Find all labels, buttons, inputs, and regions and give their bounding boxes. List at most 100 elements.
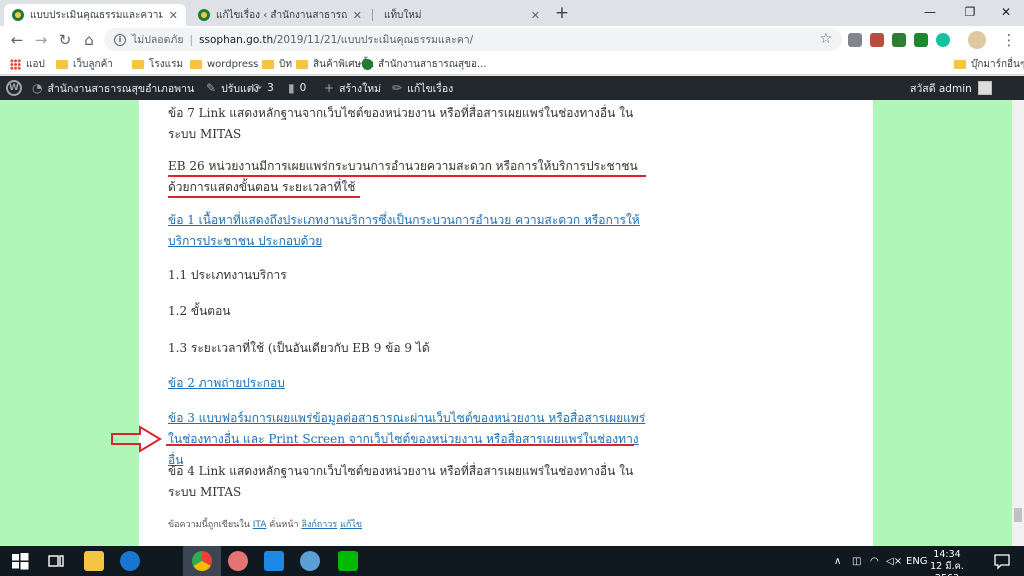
profile-avatar-icon[interactable] [968, 31, 986, 49]
bookmark-folder[interactable]: เว็บลูกค้า [56, 57, 113, 71]
list-item: 1.2 ขั้นตอน [168, 304, 231, 318]
tab-active[interactable]: แบบประเมินคุณธรรมและความโปร่งใสฯ ✕ [4, 4, 186, 26]
tab-edit-post[interactable]: แก้ไขเรื่อง ‹ สำนักงานสาธารณสุขอำเภ ✕ [190, 4, 370, 26]
page-scrollbar[interactable] [1012, 100, 1024, 546]
tray-chevron-icon[interactable]: ∧ [834, 546, 841, 576]
pencil-icon: ✏ [392, 81, 403, 95]
link-item-1[interactable]: ข้อ 1 เนื้อหาที่แสดงถึงประเภทงานบริการซึ… [168, 210, 648, 252]
wp-edit[interactable]: ✏ แก้ไขเรื่อง [392, 76, 453, 100]
apps-grid-icon [10, 58, 21, 70]
comment-icon: ▮ [288, 81, 295, 95]
site-favicon-icon [198, 9, 210, 21]
wp-comments[interactable]: ▮ 0 [288, 76, 306, 100]
bookmark-folder[interactable]: บิท [262, 57, 292, 71]
volume-icon[interactable]: ◁× [886, 546, 902, 576]
list-item: 1.1 ประเภทงานบริการ [168, 268, 287, 282]
bookmark-other[interactable]: บุ๊กมาร์กอื่นๆ [954, 57, 1024, 71]
wifi-icon[interactable]: ◠ [870, 546, 879, 576]
wp-updates[interactable]: ⟳ 3 [252, 76, 274, 100]
task-view-icon[interactable] [46, 551, 66, 571]
tab-close-icon[interactable]: ✕ [531, 9, 540, 22]
network-icon[interactable]: ◫ [852, 546, 861, 576]
extension-icon[interactable] [848, 33, 862, 47]
post-meta: ข้อความนี้ถูกเขียนใน ITA คั่นหน้า ลิงก์ถ… [168, 517, 362, 531]
url-host: ssophan.go.th [199, 33, 274, 46]
scrollbar-thumb[interactable] [1014, 508, 1022, 522]
annotation-underline [166, 444, 634, 446]
wp-logo-menu[interactable]: W [6, 76, 22, 100]
new-tab-button[interactable]: + [553, 3, 571, 23]
wordpress-logo-icon: W [6, 80, 22, 96]
folder-icon [262, 59, 274, 69]
wp-site-name[interactable]: ◔ สำนักงานสาธารณสุขอำเภอพาน [32, 76, 194, 100]
file-explorer-icon[interactable] [84, 551, 104, 571]
wp-account[interactable]: สวัสดี admin [910, 76, 992, 100]
bookmark-folder[interactable]: โรงแรม [132, 57, 183, 71]
download-extension-icon[interactable] [914, 33, 928, 47]
system-clock[interactable]: 14:34 12 มี.ค. 2563 [922, 549, 972, 576]
avatar [977, 81, 992, 95]
chrome-taskbar-icon[interactable] [192, 551, 212, 571]
grammarly-extension-icon[interactable] [936, 33, 950, 47]
close-window-button[interactable]: ✕ [988, 2, 1024, 22]
tab-divider [372, 9, 373, 21]
plus-icon: + [324, 81, 335, 95]
address-bar[interactable]: i ไม่ปลอดภัย | ssophan.go.th/2019/11/21/… [104, 28, 842, 51]
windows-start-icon[interactable] [10, 551, 30, 571]
graphics-app-icon[interactable] [300, 551, 320, 571]
info-icon[interactable]: i [114, 33, 126, 46]
home-button[interactable]: ⌂ [78, 29, 100, 51]
line-app-icon[interactable] [338, 551, 358, 571]
reload-button[interactable]: ↻ [54, 29, 76, 51]
bookmark-label: wordpress [207, 58, 259, 70]
bookmark-site[interactable]: สำนักงานสาธารณสุขอ... [362, 57, 487, 71]
folder-icon [132, 59, 144, 69]
article-content: ข้อ 7 Link แสดงหลักฐานจากเว็บไซต์ของหน่ว… [139, 100, 873, 546]
url-path: /2019/11/21/แบบประเมินคุณธรรมและคา/ [273, 34, 474, 46]
wp-greeting: สวัสดี admin [910, 82, 972, 95]
tab-close-icon[interactable]: ✕ [353, 9, 362, 22]
list-item: 1.3 ระยะเวลาที่ใช้ (เป็นอันเดียวกับ EB 9… [168, 341, 430, 355]
minimize-button[interactable]: — [912, 2, 948, 22]
clock-date: 12 มี.ค. 2563 [930, 561, 964, 576]
forward-button[interactable]: → [30, 29, 52, 51]
tab-title: แท็บใหม่ [384, 9, 422, 21]
bookmark-label: บิท [279, 58, 292, 70]
tab-new-tab-page[interactable]: แท็บใหม่ ✕ [376, 4, 548, 26]
dashboard-icon: ◔ [32, 81, 43, 95]
tab-strip: แบบประเมินคุณธรรมและความโปร่งใสฯ ✕ แก้ไข… [0, 0, 1024, 26]
edge-browser-icon[interactable] [120, 551, 140, 571]
pdf-extension-icon[interactable] [870, 33, 884, 47]
site-favicon-icon [362, 58, 373, 70]
bookmarks-bar: แอป เว็บลูกค้า โรงแรม wordpress บิท สินค… [0, 53, 1024, 75]
brush-icon: ✎ [206, 81, 217, 95]
paragraph-item-4: ข้อ 4 Link แสดงหลักฐานจากเว็บไซต์ของหน่ว… [168, 464, 634, 499]
chrome-menu-button[interactable]: ⋮ [998, 29, 1020, 51]
back-button[interactable]: ← [6, 29, 28, 51]
meta-middle: คั่นหน้า [269, 520, 299, 530]
mail-app-icon[interactable] [264, 551, 284, 571]
bookmark-star-icon[interactable]: ☆ [819, 31, 832, 47]
folder-icon [296, 59, 308, 69]
bookmark-folder[interactable]: wordpress [190, 57, 258, 71]
permalink-link[interactable]: ลิงก์ถาวร [301, 520, 337, 530]
tab-title: แก้ไขเรื่อง ‹ สำนักงานสาธารณสุขอำเภ [216, 9, 347, 21]
meta-prefix: ข้อความนี้ถูกเขียนใน [168, 520, 250, 530]
url-separator: | [189, 33, 194, 46]
category-link[interactable]: ITA [253, 520, 267, 530]
tab-close-icon[interactable]: ✕ [169, 9, 178, 22]
security-label: ไม่ปลอดภัย [132, 34, 184, 46]
bookmark-label: โรงแรม [149, 58, 184, 70]
edit-link[interactable]: แก้ไข [340, 520, 362, 530]
restore-button[interactable]: ❐ [952, 2, 988, 22]
notifications-icon[interactable] [992, 551, 1012, 571]
bookmark-apps[interactable]: แอป [10, 57, 45, 71]
annotation-arrow-icon [111, 425, 162, 453]
gem-extension-icon[interactable] [892, 33, 906, 47]
annotation-underline [168, 175, 646, 177]
wp-customize[interactable]: ✎ ปรับแต่ง [206, 76, 259, 100]
wp-new[interactable]: + สร้างใหม่ [324, 76, 381, 100]
link-item-2[interactable]: ข้อ 2 ภาพถ่ายประกอบ [168, 373, 648, 394]
site-favicon-icon [12, 9, 24, 21]
paint-app-icon[interactable] [228, 551, 248, 571]
